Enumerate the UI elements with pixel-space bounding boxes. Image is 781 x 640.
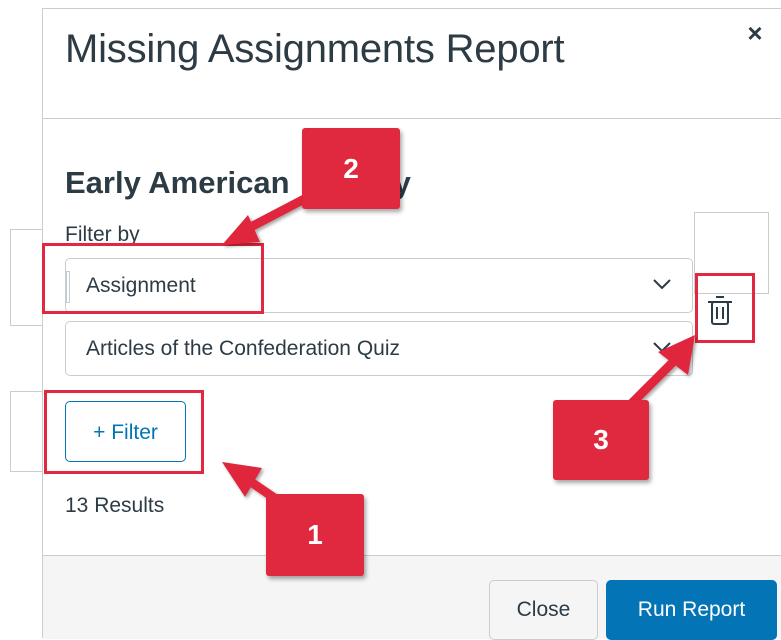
callout-1: 1 [266, 494, 364, 576]
modal-footer: Close Run Report [43, 555, 781, 640]
results-count: 13 Results [65, 494, 165, 517]
close-button[interactable]: Close [489, 580, 598, 640]
chevron-down-icon [653, 279, 671, 290]
missing-assignments-modal: Missing Assignments Report × Early Ameri… [42, 8, 781, 640]
assignment-value: Articles of the Confederation Quiz [86, 337, 400, 360]
assignment-select[interactable]: Articles of the Confederation Quiz [65, 321, 693, 376]
header-divider [43, 118, 781, 119]
course-title-start: Early American [65, 165, 290, 200]
chevron-down-icon [653, 342, 671, 353]
highlight-filter-type [42, 243, 264, 314]
highlight-add-filter [44, 390, 204, 474]
modal-title: Missing Assignments Report [65, 27, 565, 71]
close-icon[interactable]: × [743, 20, 767, 46]
run-report-button[interactable]: Run Report [606, 580, 777, 640]
callout-3: 3 [553, 400, 649, 480]
highlight-trash [695, 273, 755, 343]
callout-2: 2 [302, 128, 400, 209]
